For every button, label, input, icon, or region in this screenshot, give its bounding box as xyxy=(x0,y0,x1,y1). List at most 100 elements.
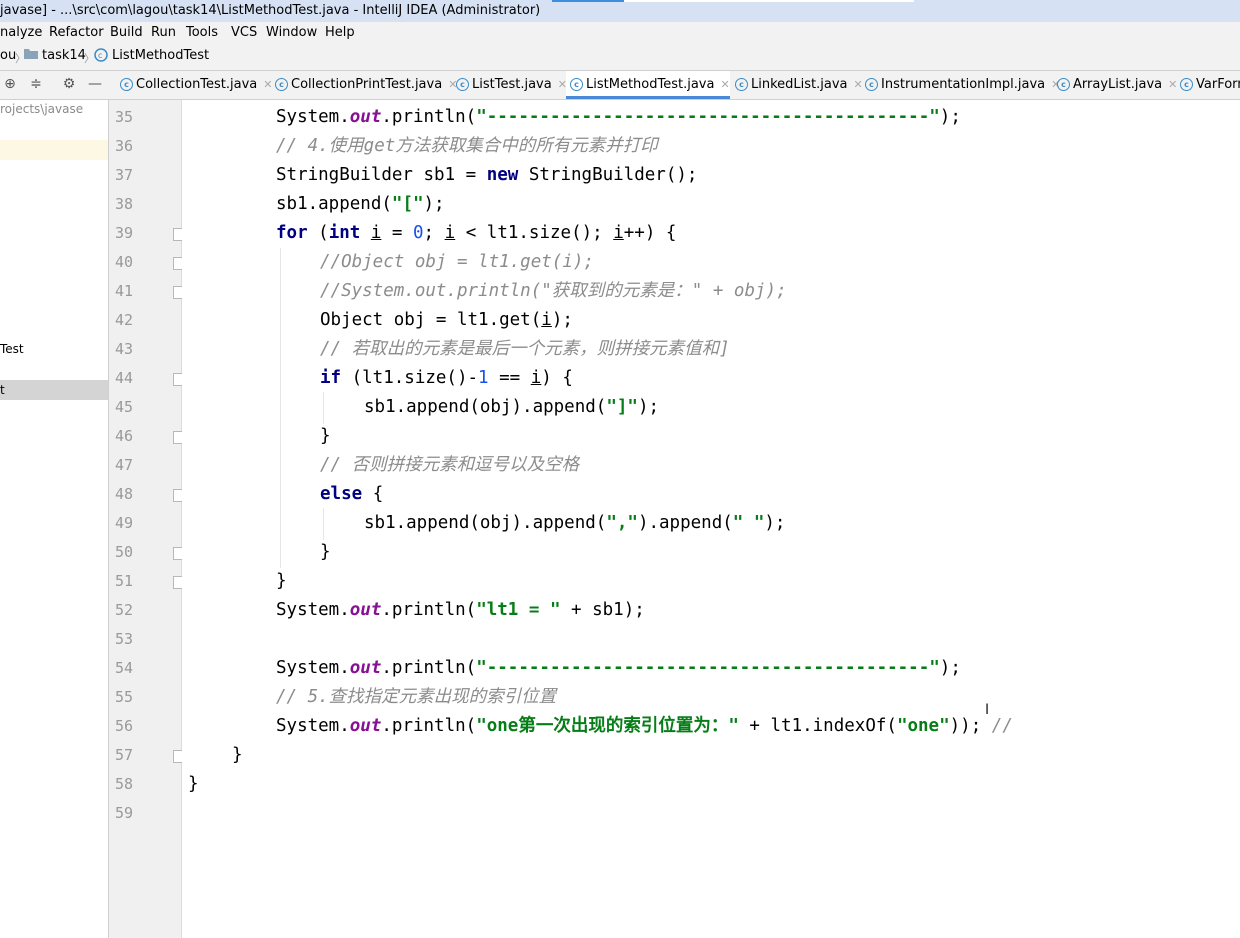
line-number: 49 xyxy=(114,514,133,532)
tab-collectionprinttest[interactable]: c CollectionPrintTest.java ✕ xyxy=(271,71,457,99)
menu-vcs[interactable]: VCS xyxy=(231,25,257,40)
line-number: 58 xyxy=(114,775,133,793)
code-line-43: // 若取出的元素是最后一个元素，则拼接元素值和] xyxy=(320,339,730,359)
code-line-38: sb1.append("["); xyxy=(276,194,445,214)
line-number: 46 xyxy=(114,427,133,445)
gear-icon[interactable]: ⚙ xyxy=(60,75,78,93)
text-cursor-icon: I xyxy=(985,702,990,718)
code-line-40: //Object obj = lt1.get(i); xyxy=(320,252,594,272)
code-line-57: } xyxy=(232,745,243,765)
code-line-54: System.out.println("--------------------… xyxy=(276,658,961,678)
close-icon[interactable]: ✕ xyxy=(720,78,729,91)
project-panel: rojects\javase Test t xyxy=(0,100,109,938)
line-number: 44 xyxy=(114,369,133,387)
class-icon: c xyxy=(120,78,133,91)
title-highlight-bar xyxy=(624,0,914,2)
indent-guide xyxy=(280,248,281,568)
breadcrumb: ou 〉 task14 〉 c ListMethodTest xyxy=(0,44,1240,71)
code-line-44: if (lt1.size()-1 == i) { xyxy=(320,368,573,388)
class-icon: c xyxy=(865,78,878,91)
code-line-36: // 4.使用get方法获取集合中的所有元素并打印 xyxy=(276,136,658,156)
class-icon: c xyxy=(456,78,469,91)
code-line-46: } xyxy=(320,426,331,446)
breadcrumb-item-lagou[interactable]: ou xyxy=(0,48,16,63)
menu-window[interactable]: Window xyxy=(266,25,317,40)
class-icon: c xyxy=(570,78,583,91)
tab-varform[interactable]: cVarForm xyxy=(1176,71,1240,99)
line-number: 48 xyxy=(114,485,133,503)
code-line-52: System.out.println("lt1 = " + sb1); xyxy=(276,600,645,620)
menu-tools[interactable]: Tools xyxy=(186,25,218,40)
code-line-37: StringBuilder sb1 = new StringBuilder(); xyxy=(276,165,698,185)
class-icon: c xyxy=(1180,78,1193,91)
menu-build[interactable]: Build xyxy=(110,25,143,40)
line-number: 35 xyxy=(114,108,133,126)
line-number: 55 xyxy=(114,688,133,706)
code-line-35: System.out.println("--------------------… xyxy=(276,107,961,127)
line-number: 56 xyxy=(114,717,133,735)
line-number: 57 xyxy=(114,746,133,764)
code-line-39: for (int i = 0; i < lt1.size(); i++) { xyxy=(276,223,677,243)
class-icon: c xyxy=(94,48,108,66)
breadcrumb-item-class[interactable]: ListMethodTest xyxy=(112,48,209,63)
tab-linkedlist[interactable]: c LinkedList.java ✕ xyxy=(731,71,863,99)
project-path: rojects\javase xyxy=(0,102,84,116)
project-tree-item[interactable]: Test xyxy=(0,342,24,356)
line-number: 54 xyxy=(114,659,133,677)
tab-listmethodtest[interactable]: c ListMethodTest.java ✕ xyxy=(566,71,730,99)
class-icon: c xyxy=(275,78,288,91)
code-line-45: sb1.append(obj).append("]"); xyxy=(364,397,660,417)
class-icon: c xyxy=(1057,78,1070,91)
folder-icon xyxy=(24,48,38,63)
menu-analyze[interactable]: nalyze xyxy=(0,25,42,40)
minimize-icon[interactable]: — xyxy=(86,75,104,93)
line-number: 39 xyxy=(114,224,133,242)
code-line-56: System.out.println("one第一次出现的索引位置为：" + l… xyxy=(276,716,1013,736)
line-number: 52 xyxy=(114,601,133,619)
line-number: 45 xyxy=(114,398,133,416)
code-line-58: } xyxy=(188,774,199,794)
collapse-all-icon[interactable]: ≑ xyxy=(27,75,45,93)
code-line-41: //System.out.println("获取到的元素是：" + obj); xyxy=(320,281,787,301)
code-line-50: } xyxy=(320,542,331,562)
project-highlight-row xyxy=(0,140,108,160)
title-bar: javase] - ...\src\com\lagou\task14\ListM… xyxy=(0,0,1240,22)
line-number: 36 xyxy=(114,137,133,155)
title-accent-bar xyxy=(552,0,624,2)
code-line-48: else { xyxy=(320,484,384,504)
class-icon: c xyxy=(735,78,748,91)
editor-tab-row: ⊕ ≑ ⚙ — c CollectionTest.java ✕ c Collectio… xyxy=(0,71,1240,100)
tab-arraylist[interactable]: c ArrayList.java ✕ xyxy=(1053,71,1177,99)
line-number: 47 xyxy=(114,456,133,474)
indent-guide xyxy=(323,392,324,424)
project-tree-item-selected[interactable]: t xyxy=(0,383,5,397)
indent-guide xyxy=(323,508,324,540)
line-number: 43 xyxy=(114,340,133,358)
breadcrumb-item-task14[interactable]: task14 xyxy=(42,48,86,63)
code-line-47: // 否则拼接元素和逗号以及空格 xyxy=(320,455,580,475)
line-number: 51 xyxy=(114,572,133,590)
line-number: 37 xyxy=(114,166,133,184)
line-number: 50 xyxy=(114,543,133,561)
line-number: 53 xyxy=(114,630,133,648)
svg-text:c: c xyxy=(98,51,102,60)
menu-run[interactable]: Run xyxy=(151,25,176,40)
line-number: 38 xyxy=(114,195,133,213)
tab-listtest[interactable]: c ListTest.java ✕ xyxy=(452,71,567,99)
code-line-49: sb1.append(obj).append(",").append(" "); xyxy=(364,513,786,533)
project-selected-row xyxy=(0,380,108,400)
window-title: javase] - ...\src\com\lagou\task14\ListM… xyxy=(0,3,541,18)
code-line-42: Object obj = lt1.get(i); xyxy=(320,310,573,330)
locate-target-icon[interactable]: ⊕ xyxy=(1,75,19,93)
tab-instrumentationimpl[interactable]: c InstrumentationImpl.java ✕ xyxy=(861,71,1060,99)
line-number: 59 xyxy=(114,804,133,822)
menu-help[interactable]: Help xyxy=(325,25,355,40)
menu-bar: nalyze Refactor Build Run Tools VCS Wind… xyxy=(0,22,1240,44)
code-line-55: // 5.查找指定元素出现的索引位置 xyxy=(276,687,557,707)
code-line-51: } xyxy=(276,571,287,591)
line-number: 40 xyxy=(114,253,133,271)
menu-refactor[interactable]: Refactor xyxy=(49,25,104,40)
line-number: 42 xyxy=(114,311,133,329)
tab-collectiontest[interactable]: c CollectionTest.java ✕ xyxy=(116,71,273,99)
line-number: 41 xyxy=(114,282,133,300)
